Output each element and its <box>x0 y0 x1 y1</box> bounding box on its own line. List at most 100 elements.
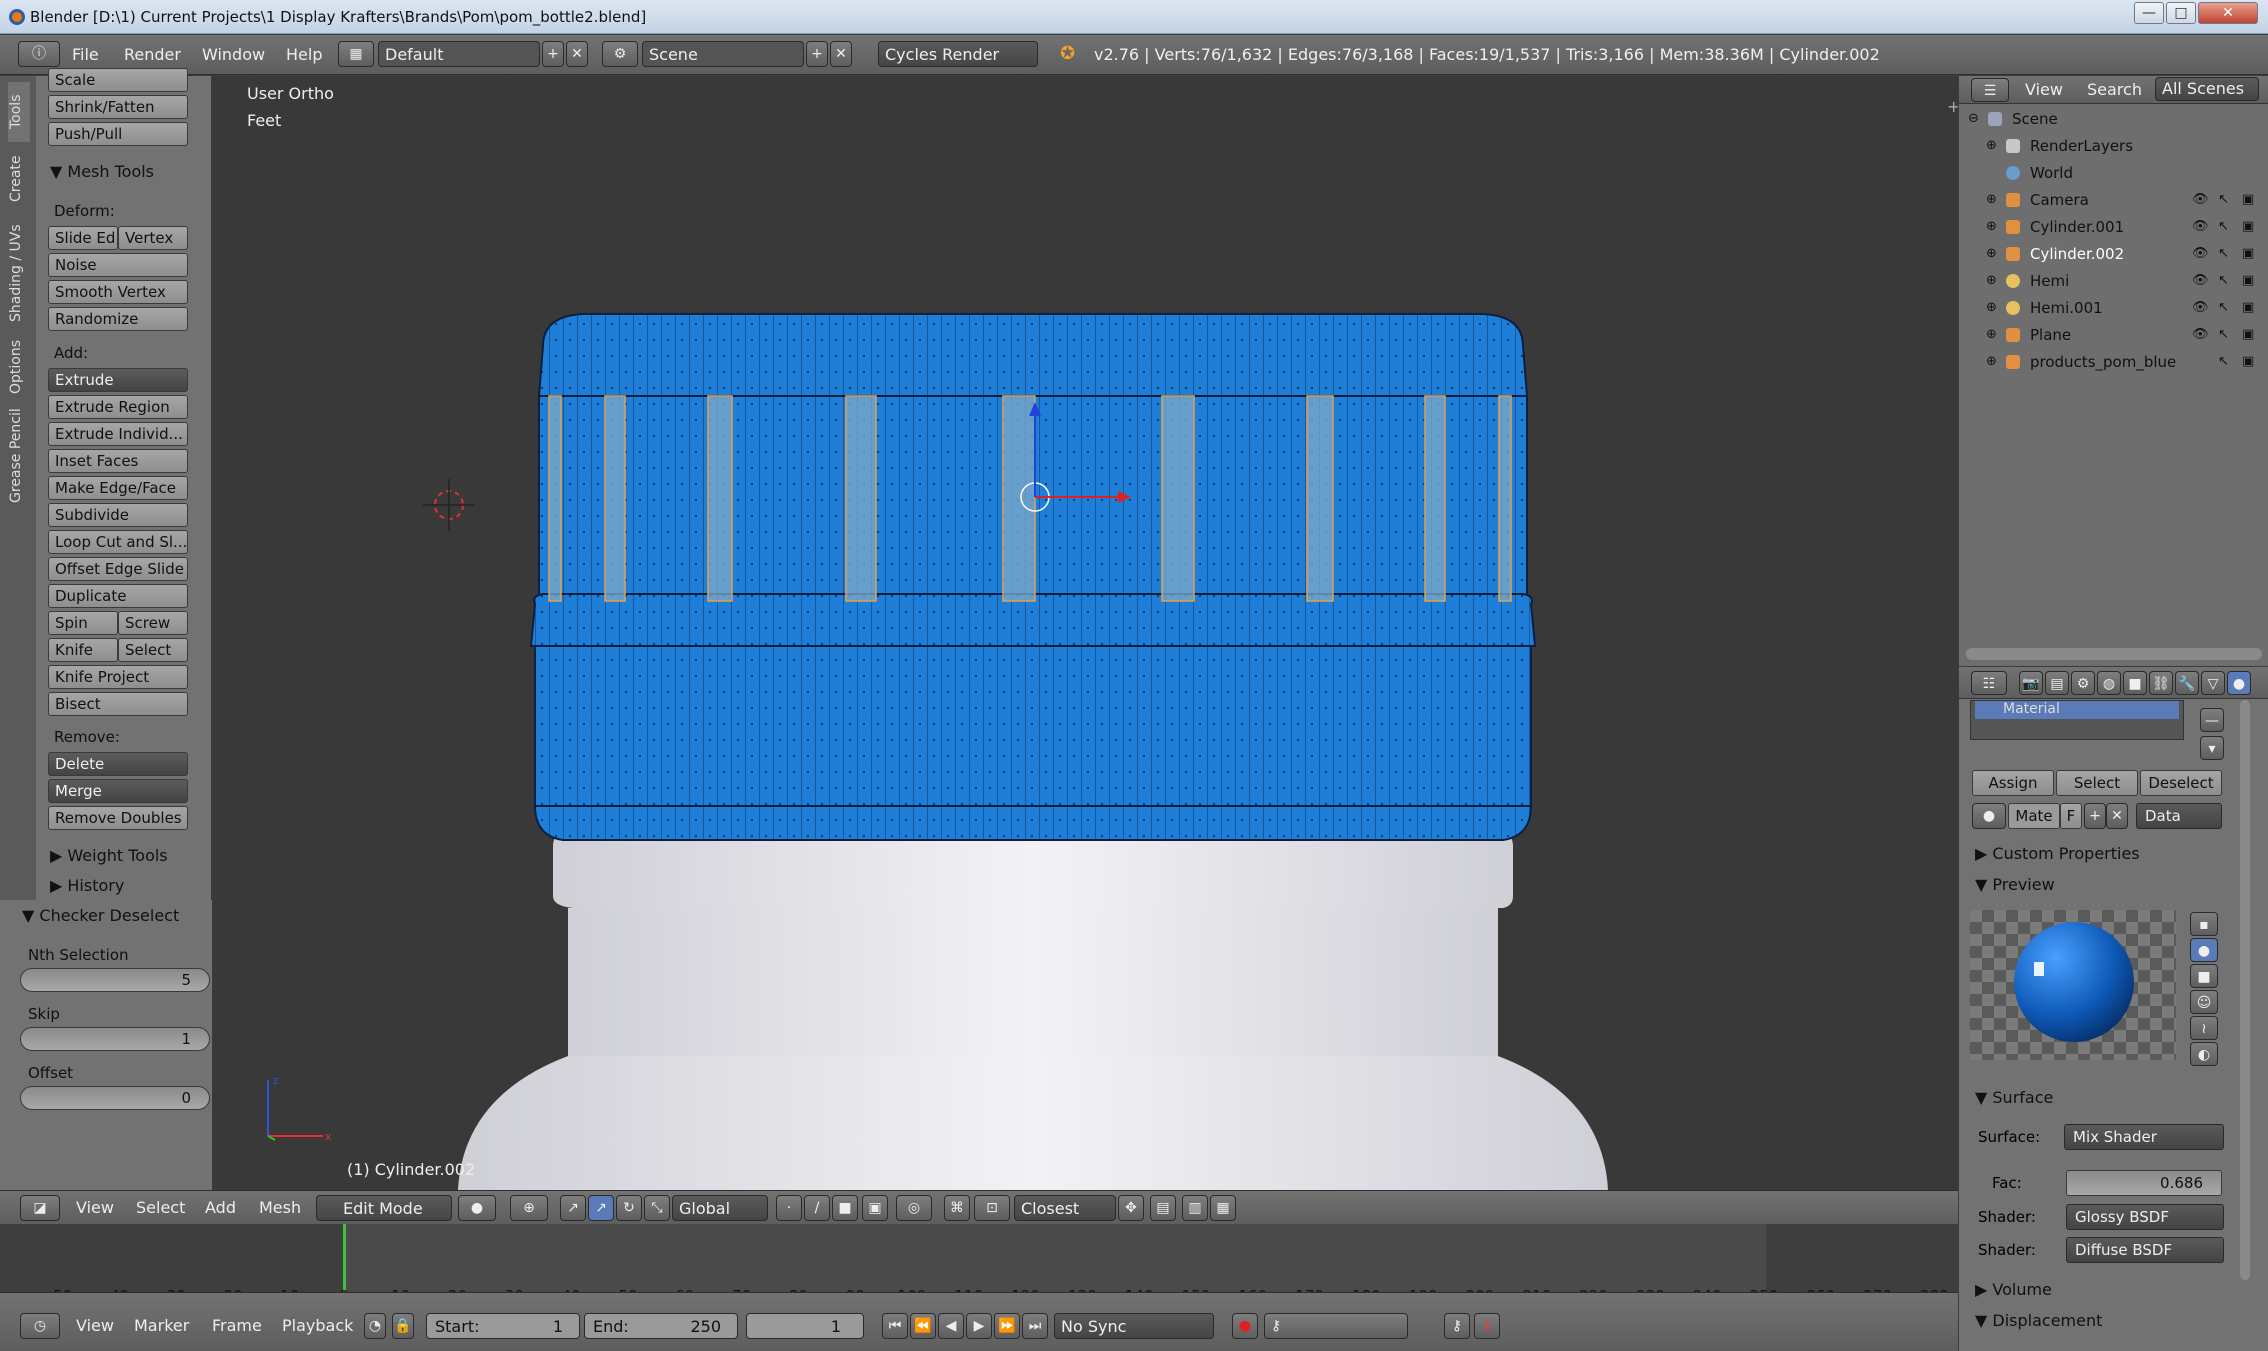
bisect-button[interactable]: Bisect <box>48 692 188 716</box>
outliner-item-world[interactable]: World <box>1964 160 2262 186</box>
remove-scene-icon[interactable]: ✕ <box>830 41 852 67</box>
unlink-material-icon[interactable]: ✕ <box>2106 803 2128 829</box>
volume-header[interactable]: ▶ Volume <box>1975 1280 2052 1299</box>
render-camera-icon[interactable]: ▣ <box>2242 219 2254 234</box>
maximize-button[interactable]: □ <box>2166 2 2196 24</box>
select-cursor-icon[interactable]: ↖ <box>2218 273 2229 288</box>
preview-sphere-icon[interactable]: ● <box>2190 938 2218 962</box>
play-icon[interactable]: ▶ <box>966 1313 992 1339</box>
select-cursor-icon[interactable]: ↖ <box>2218 192 2229 207</box>
fake-user-button[interactable]: F <box>2060 803 2082 829</box>
sync-dropdown[interactable]: No Sync <box>1054 1313 1214 1339</box>
render-camera-icon[interactable]: ▣ <box>2242 192 2254 207</box>
mesh-tools-header[interactable]: ▼ Mesh Tools <box>50 162 154 181</box>
modifiers-tab-icon[interactable]: 🔧 <box>2175 671 2199 695</box>
3d-viewport[interactable]: User Ortho Feet z x + (1) Cylinder.002 <box>213 76 1958 1190</box>
tab-create[interactable]: Create <box>8 146 30 212</box>
assign-button[interactable]: Assign <box>1972 770 2054 796</box>
screw-button[interactable]: Screw <box>118 611 188 635</box>
select-cursor-icon[interactable]: ↖ <box>2218 246 2229 261</box>
tab-grease-pencil[interactable]: Grease Pencil <box>8 404 30 508</box>
delete-keyframe-icon[interactable]: ⚷ <box>1474 1313 1500 1339</box>
inset-faces-button[interactable]: Inset Faces <box>48 449 188 473</box>
extrude-dropdown[interactable]: Extrude <box>48 368 188 392</box>
expand-icon[interactable]: ⊕ <box>1986 273 1997 288</box>
select-cursor-icon[interactable]: ↖ <box>2218 219 2229 234</box>
viewport-shading-icon[interactable]: ● <box>458 1195 496 1221</box>
preview-flat-icon[interactable]: ▪ <box>2190 912 2218 936</box>
custom-properties-header[interactable]: ▶ Custom Properties <box>1975 844 2140 863</box>
tab-tools[interactable]: Tools <box>8 82 30 142</box>
edge-select-icon[interactable]: / <box>804 1195 830 1221</box>
render-camera-icon[interactable]: ▣ <box>2242 246 2254 261</box>
shader2-dropdown[interactable]: Diffuse BSDF <box>2066 1237 2224 1263</box>
menu-add[interactable]: Add <box>205 1198 236 1217</box>
snap-target-dropdown[interactable]: Closest <box>1014 1195 1116 1221</box>
visibility-eye-icon[interactable]: 👁 <box>2192 273 2209 288</box>
push-pull-button[interactable]: Push/Pull <box>48 122 188 146</box>
lock-time-icon[interactable]: 🔒 <box>392 1313 414 1339</box>
add-scene-icon[interactable]: + <box>806 41 828 67</box>
make-edge-face-button[interactable]: Make Edge/Face <box>48 476 188 500</box>
noise-button[interactable]: Noise <box>48 253 188 277</box>
visibility-eye-icon[interactable]: 👁 <box>2192 327 2209 342</box>
viewport-corner-widget[interactable]: + <box>1947 97 1958 116</box>
outliner-item-cylinder-002[interactable]: ⊕ Cylinder.002 👁 ↖ ▣ <box>1964 241 2262 267</box>
remove-layout-icon[interactable]: ✕ <box>566 41 588 67</box>
material-name-field[interactable]: Mate <box>2008 803 2060 829</box>
visibility-eye-icon[interactable]: 👁 <box>2192 300 2209 315</box>
remove-doubles-button[interactable]: Remove Doubles <box>48 806 188 830</box>
scene-field[interactable]: Scene <box>642 41 804 67</box>
rotate-manipulator-icon[interactable]: ↻ <box>616 1195 642 1221</box>
material-browse-icon[interactable]: ● <box>1972 803 2006 829</box>
select-cursor-icon[interactable]: ↖ <box>2218 300 2229 315</box>
layout-field[interactable]: Default <box>378 41 540 67</box>
randomize-button[interactable]: Randomize <box>48 307 188 331</box>
outliner-item-renderlayers[interactable]: ⊕ RenderLayers <box>1964 133 2262 159</box>
jump-keyframe-back-icon[interactable]: ⏪ <box>910 1313 936 1339</box>
render-camera-icon[interactable]: ▣ <box>2242 273 2254 288</box>
nth-selection-slider[interactable]: 5 <box>20 968 210 992</box>
opengl-render-icon[interactable]: ▤ <box>1150 1195 1176 1221</box>
preview-cube-icon[interactable]: ■ <box>2190 964 2218 988</box>
timeline-area[interactable] <box>0 1224 1958 1292</box>
outliner-item-scene[interactable]: ⊖ Scene <box>1964 106 2262 132</box>
outliner-item-products-pom-blue[interactable]: ⊕ products_pom_blue ↖ ▣ <box>1964 349 2262 375</box>
surface-header[interactable]: ▼ Surface <box>1975 1088 2053 1107</box>
tab-shading-uvs[interactable]: Shading / UVs <box>8 216 30 330</box>
pivot-point-icon[interactable]: ⊕ <box>510 1195 548 1221</box>
expand-icon[interactable]: ⊕ <box>1986 138 1997 153</box>
delete-dropdown[interactable]: Delete <box>48 752 188 776</box>
render-anim-icon[interactable]: ▦ <box>1210 1195 1236 1221</box>
deselect-button[interactable]: Deselect <box>2140 770 2222 796</box>
slide-edge-button[interactable]: Slide Ed <box>48 226 118 250</box>
expand-icon[interactable]: ⊕ <box>1986 354 1997 369</box>
add-layout-icon[interactable]: + <box>542 41 564 67</box>
render-tab-icon[interactable]: 📷 <box>2019 671 2043 695</box>
smooth-vertex-button[interactable]: Smooth Vertex <box>48 280 188 304</box>
properties-scrollbar[interactable] <box>2240 700 2250 1280</box>
face-select-icon[interactable]: ■ <box>832 1195 858 1221</box>
expand-icon[interactable]: ⊕ <box>1986 327 1997 342</box>
spin-button[interactable]: Spin <box>48 611 118 635</box>
constraints-tab-icon[interactable]: ⛓ <box>2149 671 2173 695</box>
offset-slider[interactable]: 0 <box>20 1086 210 1110</box>
screen-layout-icon[interactable]: ▦ <box>338 41 374 67</box>
expand-icon[interactable]: ⊕ <box>1986 300 1997 315</box>
occlude-geometry-icon[interactable]: ▣ <box>862 1195 888 1221</box>
outliner-menu-view[interactable]: View <box>2025 80 2063 99</box>
scene-tab-icon[interactable]: ⚙ <box>2071 671 2095 695</box>
jump-keyframe-forward-icon[interactable]: ⏩ <box>994 1313 1020 1339</box>
vertex-slide-button[interactable]: Vertex <box>118 226 188 250</box>
render-camera-icon[interactable]: ▣ <box>2242 327 2254 342</box>
offset-edge-slide-button[interactable]: Offset Edge Slide <box>48 557 188 581</box>
editor-type-3dview-icon[interactable]: ◪ <box>20 1195 60 1221</box>
history-header[interactable]: ▶ History <box>50 876 124 895</box>
outliner-item-plane[interactable]: ⊕ Plane 👁 ↖ ▣ <box>1964 322 2262 348</box>
menu-window[interactable]: Window <box>202 45 265 64</box>
fac-slider[interactable]: 0.686 <box>2066 1170 2222 1196</box>
vertex-select-icon[interactable]: · <box>776 1195 802 1221</box>
snap-toggle-icon[interactable]: ⌘ <box>944 1195 970 1221</box>
world-tab-icon[interactable]: ◍ <box>2097 671 2121 695</box>
menu-help[interactable]: Help <box>286 45 322 64</box>
